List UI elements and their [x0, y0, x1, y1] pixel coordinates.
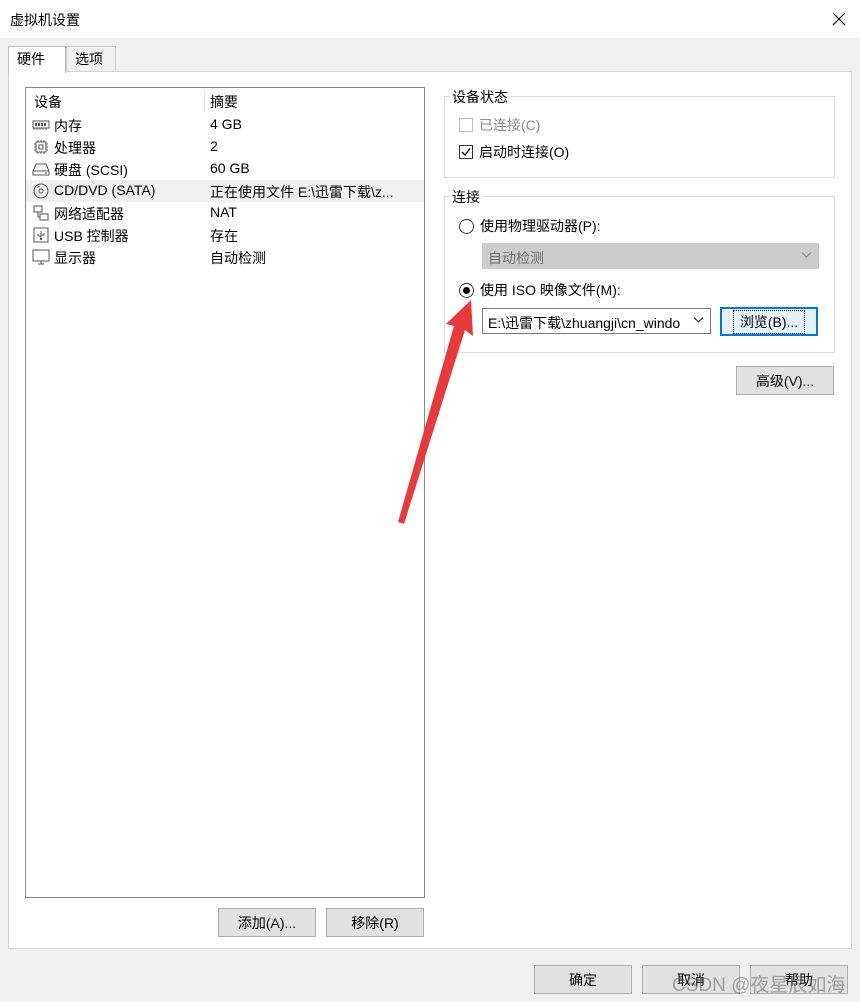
connect-on-power-label: 启动时连接(O) — [479, 144, 570, 160]
close-icon — [832, 12, 846, 26]
browse-button-label: 浏览(B)... — [732, 309, 806, 334]
device-summary: 存在 — [210, 228, 238, 244]
cancel-button[interactable]: 取消 — [642, 965, 740, 994]
device-summary: NAT — [210, 204, 237, 220]
device-name: 处理器 — [54, 140, 96, 156]
browse-button[interactable]: 浏览(B)... — [720, 307, 818, 336]
column-header-summary[interactable]: 摘要 — [210, 92, 238, 112]
tab-options[interactable]: 选项 — [66, 46, 116, 72]
tab-options-label: 选项 — [75, 51, 103, 67]
add-button[interactable]: 添加(A)... — [218, 908, 316, 937]
connection-title: 连接 — [450, 187, 482, 207]
iso-path-combo[interactable]: E:\迅雷下载\zhuangji\cn_windo — [482, 308, 711, 334]
physical-drive-radio[interactable] — [459, 218, 474, 234]
title-bar: 虚拟机设置 — [0, 0, 860, 38]
device-status-group — [444, 96, 835, 178]
device-summary: 4 GB — [210, 116, 242, 132]
device-name: CD/DVD (SATA) — [54, 182, 156, 198]
device-row-hard-disk[interactable]: 硬盘 (SCSI) 60 GB — [26, 158, 424, 180]
device-name: 内存 — [54, 118, 82, 134]
remove-button[interactable]: 移除(R) — [326, 908, 424, 937]
device-row-display[interactable]: 显示器 自动检测 — [26, 246, 424, 268]
help-button[interactable]: 帮助 — [750, 965, 848, 994]
iso-path-value: E:\迅雷下载\zhuangji\cn_windo — [488, 315, 681, 331]
device-row-cd-dvd[interactable]: CD/DVD (SATA) 正在使用文件 E:\迅雷下载\z... — [26, 180, 424, 202]
chevron-down-icon — [693, 317, 704, 323]
device-row-processor[interactable]: 处理器 2 — [26, 136, 424, 158]
device-summary: 正在使用文件 E:\迅雷下载\z... — [210, 184, 394, 200]
connected-checkbox[interactable] — [459, 118, 473, 132]
memory-icon — [32, 120, 50, 130]
usb-icon — [33, 227, 49, 243]
iso-file-label: 使用 ISO 映像文件(M): — [480, 282, 621, 298]
window-title: 虚拟机设置 — [10, 12, 80, 28]
network-adapter-icon — [33, 205, 49, 221]
device-name: USB 控制器 — [54, 228, 129, 244]
device-list[interactable]: 设备 摘要 内存 4 GB 处理器 2 硬盘 (SCSI) 60 GB CD/D… — [25, 87, 425, 898]
device-row-usb-controller[interactable]: USB 控制器 存在 — [26, 224, 424, 246]
connected-checkbox-row[interactable]: 已连接(C) — [459, 115, 540, 135]
device-row-network-adapter[interactable]: 网络适配器 NAT — [26, 202, 424, 224]
connect-on-power-checkbox[interactable] — [459, 145, 473, 159]
device-summary: 2 — [210, 138, 218, 154]
physical-drive-select[interactable]: 自动检测 — [482, 243, 819, 269]
chevron-down-icon — [801, 252, 812, 258]
ok-button[interactable]: 确定 — [534, 965, 632, 994]
device-name: 硬盘 (SCSI) — [54, 162, 128, 178]
device-summary: 自动检测 — [210, 250, 266, 266]
cd-dvd-icon — [33, 183, 49, 199]
column-header-device[interactable]: 设备 — [34, 92, 62, 112]
device-status-title: 设备状态 — [450, 87, 510, 107]
physical-drive-select-value: 自动检测 — [488, 250, 544, 266]
processor-icon — [34, 140, 48, 154]
physical-drive-label: 使用物理驱动器(P): — [480, 218, 601, 234]
connected-label: 已连接(C) — [479, 117, 541, 133]
device-row-memory[interactable]: 内存 4 GB — [26, 114, 424, 136]
close-button[interactable] — [826, 6, 852, 32]
hard-disk-icon — [32, 163, 50, 176]
tab-hardware[interactable]: 硬件 — [8, 46, 66, 73]
tab-hardware-label: 硬件 — [17, 51, 45, 67]
display-icon — [32, 249, 50, 265]
checkmark-icon — [461, 148, 471, 157]
iso-file-radio[interactable] — [459, 282, 474, 298]
device-summary: 60 GB — [210, 160, 250, 176]
connect-on-power-row[interactable]: 启动时连接(O) — [459, 142, 569, 162]
column-separator[interactable] — [204, 90, 205, 112]
device-name: 显示器 — [54, 250, 96, 266]
device-name: 网络适配器 — [54, 206, 124, 222]
device-list-header: 设备 摘要 — [26, 88, 424, 114]
advanced-button[interactable]: 高级(V)... — [736, 366, 834, 395]
iso-file-radio-row[interactable]: 使用 ISO 映像文件(M): — [459, 280, 621, 300]
physical-drive-radio-row[interactable]: 使用物理驱动器(P): — [459, 216, 601, 236]
